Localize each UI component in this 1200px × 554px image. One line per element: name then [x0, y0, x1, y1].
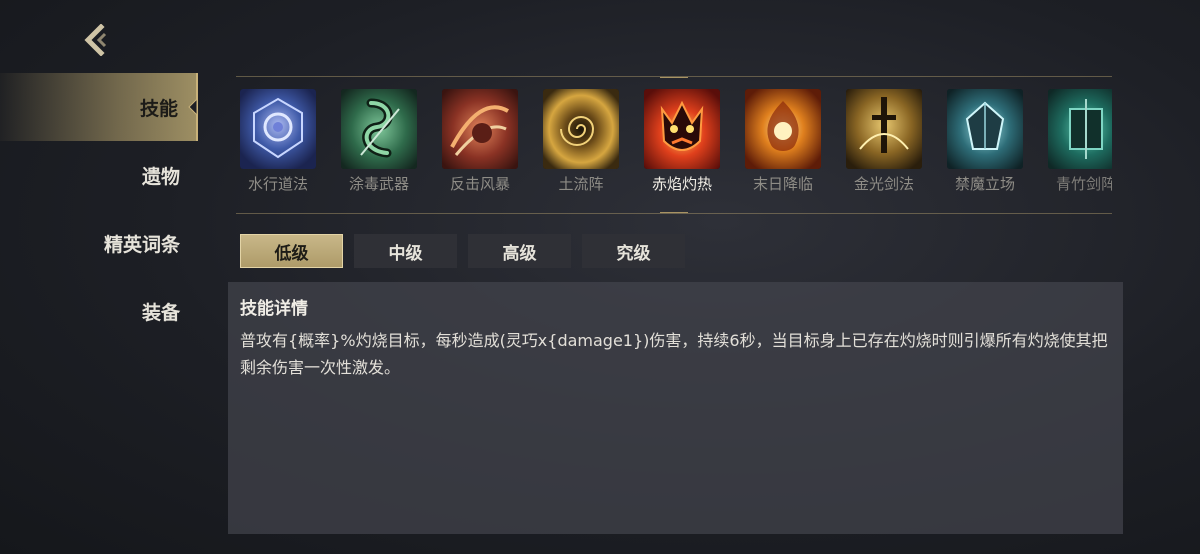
counter-storm-icon	[442, 89, 518, 169]
water-rune-icon	[240, 89, 316, 169]
category-sidebar: 技能 遗物 精英词条 装备	[0, 73, 198, 345]
golden-sword-icon	[846, 89, 922, 169]
tab-mid-level[interactable]: 中级	[354, 234, 457, 268]
skill-name: 水行道法	[247, 175, 308, 193]
doom-fire-icon	[745, 89, 821, 169]
divider-ornament-icon	[660, 77, 688, 78]
skill-item[interactable]: 金光剑法	[846, 89, 922, 194]
poison-serpent-icon	[341, 89, 417, 169]
skill-item[interactable]: 水行道法	[240, 89, 316, 194]
sidebar-item-label: 遗物	[141, 165, 180, 188]
sidebar-item-skills[interactable]: 技能	[0, 73, 198, 141]
skill-name: 金光剑法	[853, 175, 914, 193]
skill-detail-title: 技能详情	[240, 299, 308, 319]
skill-item[interactable]: 涂毒武器	[341, 89, 417, 194]
tab-high-level[interactable]: 高级	[468, 234, 571, 268]
skill-item[interactable]: 土流阵	[543, 89, 619, 194]
sidebar-item-label: 技能	[139, 97, 178, 120]
tab-low-level[interactable]: 低级	[240, 234, 343, 268]
anti-magic-crystal-icon	[947, 89, 1023, 169]
back-button[interactable]	[76, 22, 116, 58]
skill-name: 青竹剑阵	[1055, 175, 1112, 193]
skill-item[interactable]: 青竹剑阵	[1048, 89, 1112, 194]
skill-item[interactable]: 末日降临	[745, 89, 821, 194]
sidebar-item-equipment[interactable]: 装备	[0, 277, 198, 345]
skill-name: 反击风暴	[449, 175, 510, 193]
skill-detail-description: 普攻有{概率}%灼烧目标，每秒造成(灵巧x{damage1})伤害，持续6秒，当…	[240, 331, 1108, 377]
skill-name: 赤焰灼热	[651, 175, 712, 193]
bamboo-sword-icon	[1048, 89, 1112, 169]
skill-name: 末日降临	[752, 175, 813, 193]
skill-item-selected[interactable]: 赤焰灼热	[644, 89, 720, 194]
skill-name: 土流阵	[558, 175, 604, 193]
level-tabs: 低级 中级 高级 究级	[240, 234, 685, 268]
divider-ornament-icon	[660, 212, 688, 213]
skill-detail-panel: 技能详情 普攻有{概率}%灼烧目标，每秒造成(灵巧x{damage1})伤害，持…	[228, 282, 1123, 534]
skill-strip[interactable]: 水行道法 涂毒武器 反击风暴 土流阵 赤焰灼热 末日降临 金光剑法 禁魔立场 青…	[236, 76, 1112, 214]
crimson-flame-icon	[644, 89, 720, 169]
skill-name: 禁魔立场	[954, 175, 1015, 193]
earth-vortex-icon	[543, 89, 619, 169]
sidebar-item-relics[interactable]: 遗物	[0, 141, 198, 209]
skill-item[interactable]: 禁魔立场	[947, 89, 1023, 194]
tab-ultimate-level[interactable]: 究级	[582, 234, 685, 268]
back-chevron-icon	[84, 24, 107, 56]
sidebar-item-elite-affixes[interactable]: 精英词条	[0, 209, 198, 277]
skill-name: 涂毒武器	[348, 175, 409, 193]
sidebar-item-label: 精英词条	[103, 233, 180, 256]
skill-item[interactable]: 反击风暴	[442, 89, 518, 194]
active-indicator-icon	[188, 99, 197, 115]
sidebar-item-label: 装备	[141, 301, 180, 324]
